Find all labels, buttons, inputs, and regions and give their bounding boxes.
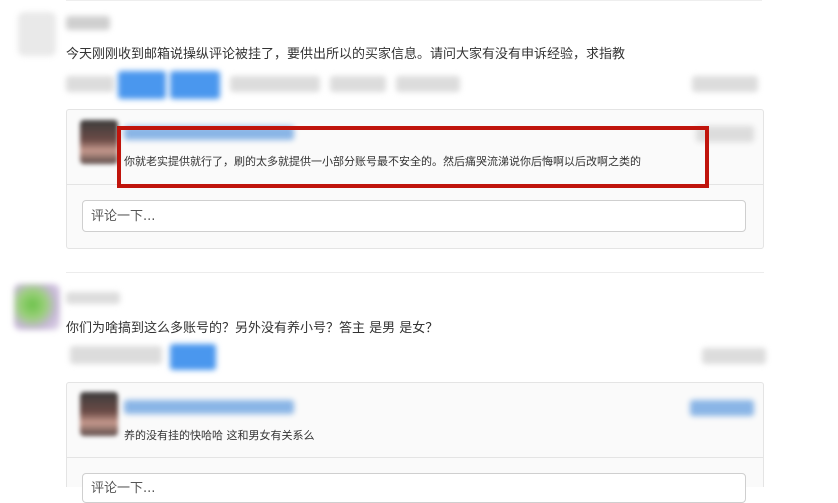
replier-avatar[interactable] [80, 120, 118, 164]
commenter-avatar[interactable] [14, 284, 60, 330]
blurred-timestamp [692, 76, 758, 92]
comment-separator [66, 272, 764, 273]
blurred-username[interactable] [66, 16, 110, 30]
blurred-meta [66, 76, 114, 92]
blurred-reply-timestamp [690, 400, 754, 416]
blurred-action-link[interactable] [118, 71, 166, 99]
blurred-reply-username[interactable] [124, 400, 294, 414]
reply-text: 养的没有挂的快哈哈 这和男女有关系么 [124, 429, 315, 442]
blurred-meta [70, 346, 162, 364]
comment-input[interactable] [82, 200, 746, 232]
commenter-avatar[interactable] [18, 12, 56, 56]
reply-divider [67, 457, 763, 458]
comment-text: 今天刚刚收到邮箱说操纵评论被挂了，要供出所以的买家信息。请问大家有没有申诉经验，… [66, 47, 626, 62]
blurred-meta [230, 76, 320, 92]
blurred-action-link[interactable] [170, 344, 216, 370]
blurred-action-link[interactable] [170, 71, 220, 99]
blurred-meta [396, 76, 460, 92]
highlight-annotation-box [117, 126, 709, 188]
blurred-username[interactable] [66, 292, 120, 304]
blurred-timestamp [702, 348, 766, 364]
comment-text: 你们为啥搞到这么多账号的？另外没有养小号？答主 是男 是女？ [66, 321, 439, 336]
blurred-meta [330, 76, 386, 92]
top-divider [66, 0, 762, 1]
replier-avatar[interactable] [80, 392, 118, 436]
comment-input[interactable] [82, 473, 746, 503]
